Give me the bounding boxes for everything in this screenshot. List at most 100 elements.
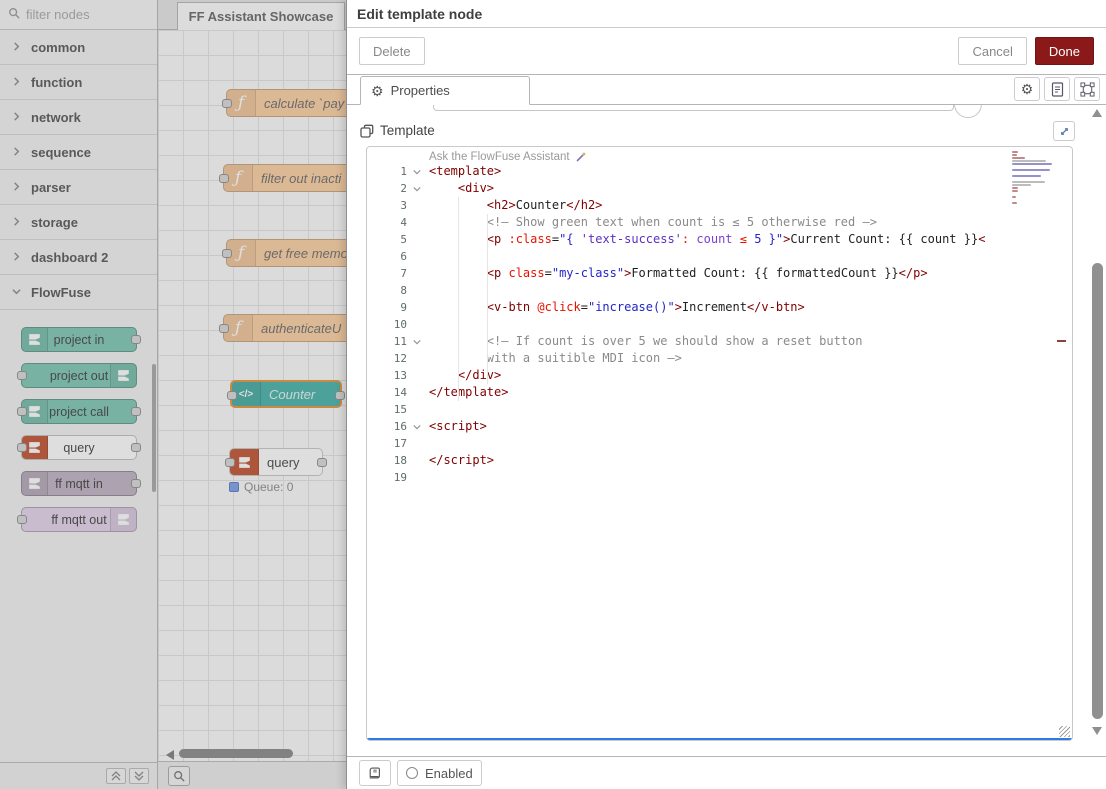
node-port-right[interactable] (131, 335, 141, 344)
done-button[interactable]: Done (1035, 37, 1094, 65)
palette-node-ff-mqtt-out[interactable]: ff mqtt out (21, 507, 137, 532)
palette-node-ff-mqtt-in[interactable]: ff mqtt in (21, 471, 137, 496)
line-number: 8 (367, 282, 407, 299)
flow-node-calculate-pay[interactable]: ƒcalculate `pay (226, 89, 346, 117)
tab-properties[interactable]: ⚙ Properties (360, 76, 530, 105)
node-port-right[interactable] (335, 391, 345, 400)
palette-category-function[interactable]: function (0, 65, 157, 100)
editor-line: 4 <!— Show green text when count is ≤ 5 … (367, 214, 1072, 231)
editor-line: 8 (367, 282, 1072, 299)
palette-node-project-out[interactable]: project out (21, 363, 137, 388)
palette-category-sequence[interactable]: sequence (0, 135, 157, 170)
flow-node-label: Counter (269, 387, 315, 402)
palette-category-label: FlowFuse (31, 285, 91, 300)
description-tab-button[interactable] (1044, 77, 1070, 101)
palette-category-storage[interactable]: storage (0, 205, 157, 240)
expand-all-button[interactable] (129, 768, 149, 784)
scrolled-name-input[interactable] (433, 105, 954, 111)
node-port-left[interactable] (17, 443, 27, 452)
node-port-right[interactable] (131, 479, 141, 488)
cancel-button[interactable]: Cancel (958, 37, 1026, 65)
palette-category-network[interactable]: network (0, 100, 157, 135)
palette-node-query[interactable]: query (21, 435, 137, 460)
flow-node-authenticateu[interactable]: ƒauthenticateU (223, 314, 346, 342)
palette-scrollbar-thumb[interactable] (152, 364, 156, 492)
code-text: </div> (427, 367, 501, 384)
node-port-left[interactable] (17, 407, 27, 416)
flow-canvas[interactable]: ƒcalculate `pay ƒfilter out inacti ƒget fr… (158, 30, 346, 762)
workspace-tab-label: FF Assistant Showcase (189, 9, 334, 24)
flow-node-label: query (267, 455, 300, 470)
palette-category-label: parser (31, 180, 71, 195)
chevron-right-icon (12, 178, 21, 196)
node-port-left[interactable] (17, 371, 27, 380)
line-number: 4 (367, 214, 407, 231)
node-port-left[interactable] (222, 99, 232, 108)
editor-line: 17 (367, 435, 1072, 452)
flowfuse-icon (22, 328, 48, 351)
node-port-left[interactable] (225, 458, 235, 467)
minimap[interactable] (1012, 151, 1054, 208)
template-label-text: Template (380, 123, 435, 138)
palette-node-project-in[interactable]: project in (21, 327, 137, 352)
dialog-footer: Enabled (347, 756, 1106, 789)
code-text: <template> (427, 163, 501, 180)
node-port-right[interactable] (317, 458, 327, 467)
flow-node-filter-out-inacti[interactable]: ƒfilter out inacti (223, 164, 346, 192)
assistant-hint-text: Ask the FlowFuse Assistant (429, 151, 570, 163)
scroll-left-arrow-icon[interactable] (166, 750, 174, 760)
overview-ruler-mark (1057, 340, 1066, 342)
collapse-all-button[interactable] (106, 768, 126, 784)
line-number: 5 (367, 231, 407, 248)
flow-node-get-free-memo[interactable]: ƒget free memo (226, 239, 346, 267)
node-port-right[interactable] (131, 407, 141, 416)
gear-icon: ⚙ (371, 84, 384, 98)
dialog-scrollbar-thumb[interactable] (1092, 263, 1103, 719)
canvas-hscrollbar[interactable] (158, 747, 346, 761)
scroll-up-arrow[interactable] (1092, 109, 1102, 117)
appearance-tab-button[interactable] (1074, 77, 1100, 101)
editor-line: 18</script> (367, 452, 1072, 469)
node-port-right[interactable] (131, 443, 141, 452)
document-icon (1051, 82, 1064, 97)
line-number: 14 (367, 384, 407, 401)
code-text (427, 469, 429, 486)
palette-category-dashboard-2[interactable]: dashboard 2 (0, 240, 157, 275)
workspace-tab[interactable]: FF Assistant Showcase (177, 2, 345, 30)
node-port-left[interactable] (219, 174, 229, 183)
scrolled-circle-button[interactable] (954, 105, 982, 118)
resize-grip[interactable] (1059, 726, 1070, 737)
palette-category-common[interactable]: common (0, 30, 157, 65)
node-port-left[interactable] (17, 515, 27, 524)
node-port-left[interactable] (227, 391, 237, 400)
palette-category-parser[interactable]: parser (0, 170, 157, 205)
palette-search-input[interactable] (26, 7, 136, 22)
assistant-hint[interactable]: Ask the FlowFuse Assistant (429, 149, 587, 164)
line-number: 18 (367, 452, 407, 469)
dialog-header: Edit template node (347, 0, 1106, 28)
fold-arrow-icon (407, 163, 427, 180)
delete-button[interactable]: Delete (359, 37, 425, 65)
indent-guide (458, 197, 459, 401)
palette-search[interactable] (0, 0, 157, 30)
zoom-search-button[interactable] (168, 766, 190, 786)
palette-category-label: storage (31, 215, 78, 230)
enabled-toggle[interactable]: Enabled (397, 760, 482, 786)
code-text (427, 316, 429, 333)
edit-dialog: Edit template node Delete Cancel Done ⚙ … (346, 0, 1106, 789)
editor-expand-button[interactable] (1053, 121, 1075, 141)
template-field-label: Template (360, 123, 435, 138)
flow-node-query[interactable]: query (229, 448, 323, 476)
palette-node-project-call[interactable]: project call (21, 399, 137, 424)
palette-category-flowfuse[interactable]: FlowFuse (0, 275, 157, 310)
code-text: <!— Show green text when count is ≤ 5 ot… (427, 214, 877, 231)
hscroll-thumb[interactable] (179, 749, 293, 758)
editor-lines: 1<template>2 <div>3 <h2>Counter</h2>4 <!… (367, 163, 1072, 486)
code-editor[interactable]: Ask the FlowFuse Assistant 1<template>2 … (366, 146, 1073, 741)
node-port-left[interactable] (222, 249, 232, 258)
flow-node-counter[interactable]: </>Counter (230, 380, 342, 408)
docs-button[interactable] (359, 760, 391, 786)
node-port-left[interactable] (219, 324, 229, 333)
properties-tab-button[interactable]: ⚙ (1014, 77, 1040, 101)
scroll-down-arrow[interactable] (1092, 727, 1102, 735)
